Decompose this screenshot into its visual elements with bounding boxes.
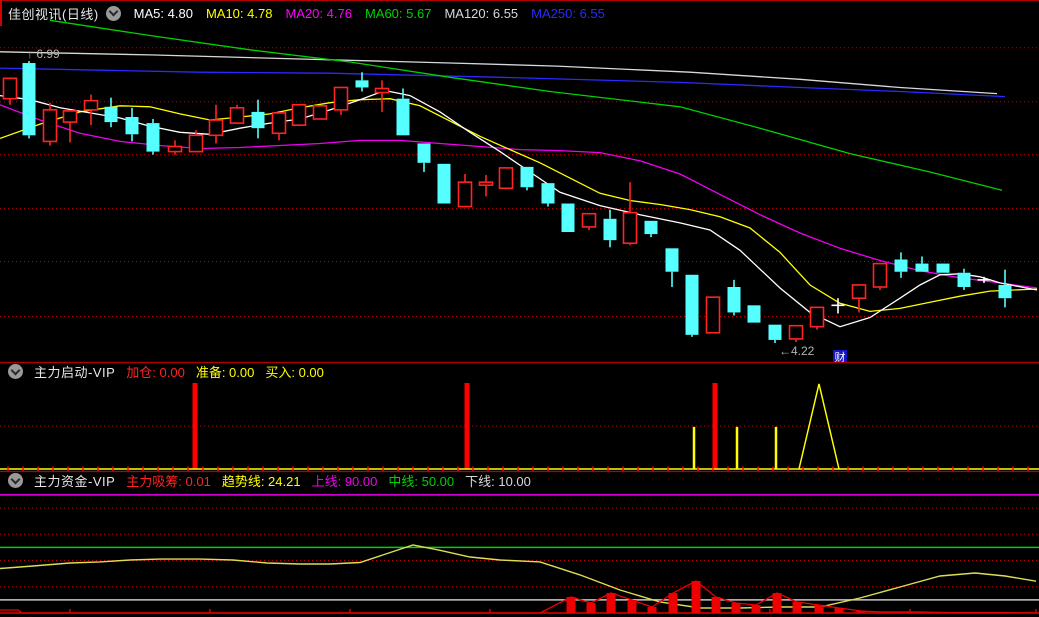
ma60-label: MA60: 5.67	[364, 5, 432, 21]
panel3-field-zhongxian: 中线: 50.00	[388, 474, 455, 489]
panel2-field-zhunbei: 准备: 0.00	[195, 365, 255, 380]
chevron-glyph	[10, 474, 21, 484]
panel3-field-xiaxian: 下线: 10.00	[465, 474, 531, 489]
panel3-field-shangxian: 上线: 90.00	[311, 474, 378, 489]
ma5-label: MA5: 4.80	[133, 5, 193, 21]
chevron-glyph	[10, 365, 21, 375]
panel3-header: 主力资金-VIP 主力吸筹: 0.01 趋势线: 24.21 上线: 90.00…	[0, 471, 1039, 490]
ma10-label: MA10: 4.78	[205, 5, 273, 21]
panel3-field-qushixian: 趋势线: 24.21	[221, 474, 301, 489]
panel2-chevron-down-icon[interactable]	[8, 364, 23, 379]
title-bar: 佳创视讯(日线) MA5: 4.80 MA10: 4.78 MA20: 4.76…	[0, 0, 1039, 26]
panel2-title: 主力启动-VIP	[34, 365, 116, 380]
panel2-field-mairu: 买入: 0.00	[265, 365, 324, 380]
panel3-chevron-down-icon[interactable]	[8, 473, 23, 488]
panel2-header: 主力启动-VIP 加仓: 0.00 准备: 0.00 买入: 0.00	[0, 362, 1039, 381]
panel3-field-xichou: 主力吸筹: 0.01	[126, 474, 211, 489]
ma20-label: MA20: 4.76	[285, 5, 352, 21]
svg-text:↑ 6.99: ↑ 6.99	[27, 47, 60, 61]
svg-text:←4.22: ←4.22	[779, 344, 815, 358]
page-title: 佳创视讯(日线)	[8, 6, 99, 22]
chevron-glyph	[108, 6, 119, 17]
ma120-label: MA120: 6.55	[444, 5, 519, 21]
trading-app-window: ↑ 6.99 ←4.22 财 佳创视讯(日线) MA5: 4.80 MA10: 4.…	[0, 0, 1039, 617]
charts-canvas[interactable]: ↑ 6.99←4.22财	[0, 0, 1039, 617]
panel2-field-jiacang: 加仓: 0.00	[126, 365, 185, 380]
panel3-title: 主力资金-VIP	[34, 474, 116, 489]
chevron-down-icon[interactable]	[105, 5, 121, 21]
ma250-label: MA250: 6.55	[531, 5, 605, 21]
